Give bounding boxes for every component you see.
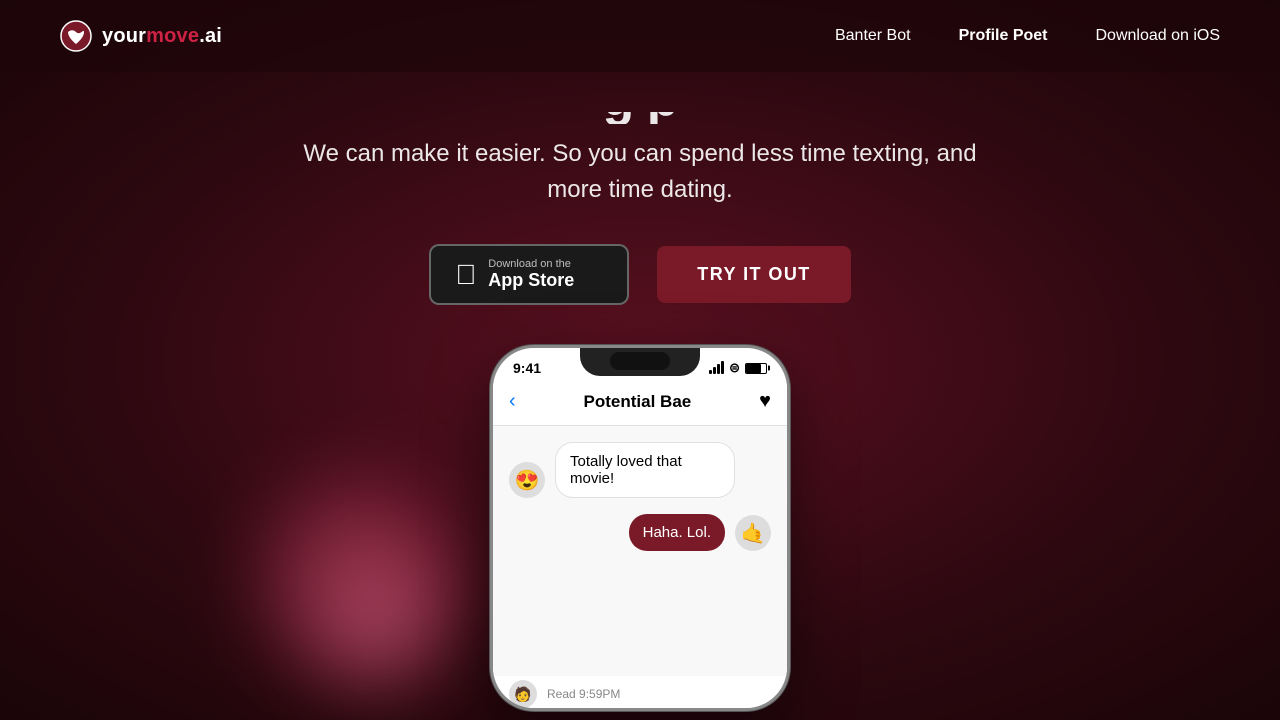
read-avatar: 🧑 bbox=[509, 680, 537, 708]
status-time: 9:41 bbox=[513, 360, 541, 376]
phone-notch-pill bbox=[610, 352, 670, 370]
app-store-text: Download on the App Store bbox=[488, 258, 574, 291]
status-icons: ⊜ bbox=[709, 360, 767, 376]
phone-status-bar: 9:41 ⊜ bbox=[493, 348, 787, 380]
battery-icon bbox=[745, 363, 767, 374]
logo-text: yourmove.ai bbox=[102, 25, 222, 48]
read-receipt-row: 🧑 Read 9:59PM bbox=[493, 680, 787, 708]
nav-profile-poet[interactable]: Profile Poet bbox=[959, 27, 1048, 45]
app-store-line2: App Store bbox=[488, 270, 574, 291]
message-bubble-incoming-1: Totally loved that movie! bbox=[555, 442, 735, 498]
nav-download-ios[interactable]: Download on iOS bbox=[1095, 27, 1220, 45]
chat-contact-name: Potential Bae bbox=[584, 392, 692, 412]
main-content: g p We can make it easier. So you can sp… bbox=[0, 72, 1280, 711]
nav-links: Banter Bot Profile Poet Download on iOS bbox=[835, 27, 1220, 45]
hero-title: g p bbox=[603, 72, 678, 124]
phone-screen: ‹ Potential Bae ♥ 😍 Totally loved that m… bbox=[493, 380, 787, 708]
try-it-out-button[interactable]: TRY IT OUT bbox=[657, 246, 850, 303]
message-row-incoming-1: 😍 Totally loved that movie! bbox=[509, 442, 771, 498]
wifi-icon: ⊜ bbox=[729, 360, 740, 376]
chat-back-button[interactable]: ‹ bbox=[509, 390, 516, 413]
app-store-button[interactable]:  Download on the App Store bbox=[429, 244, 629, 305]
chat-messages: 😍 Totally loved that movie! Haha. Lol. 🤙 bbox=[493, 426, 787, 676]
phone-frame: 9:41 ⊜ bbox=[490, 345, 790, 711]
logo[interactable]: yourmove.ai bbox=[60, 20, 222, 52]
avatar-incoming-1: 😍 bbox=[509, 462, 545, 498]
chat-favorite-icon[interactable]: ♥ bbox=[759, 390, 771, 413]
phone-container: 9:41 ⊜ bbox=[490, 345, 790, 711]
signal-icon bbox=[709, 362, 724, 374]
cta-row:  Download on the App Store TRY IT OUT bbox=[429, 244, 850, 305]
avatar-outgoing-1: 🤙 bbox=[735, 515, 771, 551]
phone-notch bbox=[580, 348, 700, 376]
app-store-line1: Download on the bbox=[488, 258, 574, 270]
logo-icon bbox=[60, 20, 92, 52]
chat-header: ‹ Potential Bae ♥ bbox=[493, 380, 787, 426]
message-row-outgoing-1: Haha. Lol. 🤙 bbox=[509, 514, 771, 551]
apple-icon:  bbox=[455, 261, 476, 289]
navbar: yourmove.ai Banter Bot Profile Poet Down… bbox=[0, 0, 1280, 72]
read-receipt-text: Read 9:59PM bbox=[547, 687, 620, 701]
message-bubble-outgoing-1: Haha. Lol. bbox=[629, 514, 725, 551]
nav-banter-bot[interactable]: Banter Bot bbox=[835, 27, 911, 45]
hero-subtitle: We can make it easier. So you can spend … bbox=[300, 136, 980, 208]
